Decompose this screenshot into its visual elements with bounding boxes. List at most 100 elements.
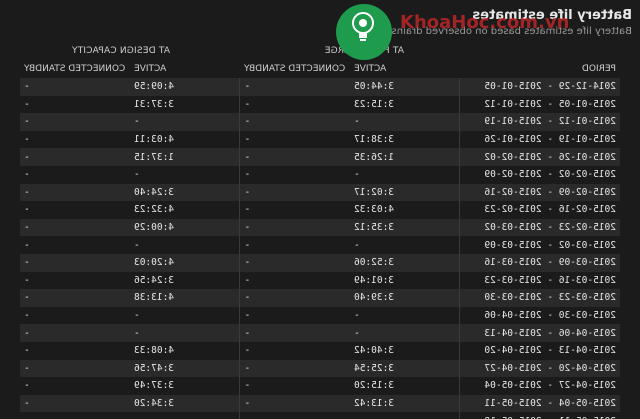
design-active-cell: 4:09:59: [130, 78, 240, 96]
period-cell: 2015-04-27 - 2015-05-04: [460, 377, 620, 395]
full-connected-standby-cell: -: [240, 253, 350, 272]
table-row: 2015-03-02 - 2015-03-09- - - -: [20, 236, 620, 254]
full-active-cell: 3:44:05: [350, 78, 460, 96]
design-connected-standby-cell: -: [20, 289, 130, 307]
table-row: 2015-01-05 - 2015-01-12 3:15:23-3:37:31-: [20, 95, 620, 114]
design-active-cell: -: [130, 412, 240, 419]
table-row: 2015-01-26 - 2015-02-02 1:26:35-1:37:15-: [20, 148, 620, 166]
full-connected-standby-cell: -: [240, 113, 350, 131]
period-cell: 2015-01-12 - 2015-01-19: [460, 113, 620, 131]
design-active-cell: -: [130, 113, 240, 131]
design-connected-standby-cell: -: [20, 165, 130, 184]
full-active-cell: 3:25:54: [350, 359, 460, 378]
period-cell: 2015-02-09 - 2015-02-16: [460, 183, 620, 202]
full-connected-standby-cell: -: [240, 306, 350, 325]
design-connected-standby-cell: -: [20, 253, 130, 272]
period-cell: 2014-12-29 - 2015-01-05: [460, 78, 620, 96]
full-connected-standby-cell: -: [240, 236, 350, 254]
design-connected-standby-cell: -: [20, 218, 130, 237]
full-connected-standby-cell: -: [240, 289, 350, 307]
design-active-cell: 4:13:38: [130, 289, 240, 307]
battery-report-page: Battery life estimates Battery life esti…: [0, 0, 640, 419]
table-row: 2015-01-19 - 2015-01-26 3:38:17-4:03:11-: [20, 130, 620, 149]
table-row: 2015-04-06 - 2015-04-13- - - -: [20, 324, 620, 342]
period-cell: 2015-03-23 - 2015-03-30: [460, 289, 620, 307]
full-connected-standby-cell: -: [240, 183, 350, 202]
period-cell: 2015-02-02 - 2015-02-09: [460, 165, 620, 184]
full-connected-standby-cell: -: [240, 148, 350, 166]
design-connected-standby-cell: -: [20, 306, 130, 325]
full-active-cell: 3:39:40: [350, 289, 460, 307]
full-active-cell: -: [350, 324, 460, 342]
lightbulb-icon: [352, 12, 374, 41]
period-cell: 2015-03-09 - 2015-03-16: [460, 253, 620, 272]
full-connected-standby-cell: -: [240, 341, 350, 360]
period-cell: 2015-02-23 - 2015-03-02: [460, 218, 620, 237]
full-active-cell: 3:40:42: [350, 341, 460, 360]
full-connected-standby-cell: -: [240, 95, 350, 114]
design-connected-standby-cell: -: [20, 95, 130, 114]
design-connected-standby-cell: -: [20, 324, 130, 342]
full-connected-standby-cell: -: [240, 218, 350, 237]
table-row: 2015-02-02 - 2015-02-09- - - -: [20, 165, 620, 184]
full-active-cell: 1:26:35: [350, 148, 460, 166]
design-active-cell: 3:47:56: [130, 359, 240, 378]
design-connected-standby-cell: -: [20, 271, 130, 290]
design-connected-standby-cell: -: [20, 148, 130, 166]
full-active-cell: -: [350, 165, 460, 184]
table-row: 2015-04-27 - 2015-05-04 3:15:20-3:37:49-: [20, 377, 620, 395]
table-row: 2015-03-30 - 2015-04-06- - - -: [20, 306, 620, 325]
site-logo: [336, 4, 392, 60]
table-row: 2015-02-23 - 2015-03-02 3:35:12-4:00:29-: [20, 218, 620, 237]
full-active-cell: 3:15:23: [350, 95, 460, 114]
design-active-cell: 3:24:56: [130, 271, 240, 290]
design-connected-standby-cell: -: [20, 113, 130, 131]
design-active-cell: 4:32:23: [130, 201, 240, 219]
design-connected-standby-cell: -: [20, 183, 130, 202]
design-connected-standby-cell: -: [20, 130, 130, 149]
period-cell: 2015-01-19 - 2015-01-26: [460, 130, 620, 149]
column-group-headers: AT FULL CHARGE AT DESIGN CAPACITY: [0, 46, 640, 60]
full-active-cell: 3:15:20: [350, 377, 460, 395]
design-active-cell: 3:34:20: [130, 394, 240, 413]
period-cell: 2015-03-02 - 2015-03-09: [460, 236, 620, 254]
table-row: 2015-04-13 - 2015-04-20 3:40:42-4:08:33-: [20, 341, 620, 360]
full-connected-standby-cell: -: [240, 165, 350, 184]
period-cell: 2015-03-16 - 2015-03-23: [460, 271, 620, 290]
full-active-cell: 3:13:42: [350, 394, 460, 413]
full-connected-standby-cell: -: [240, 271, 350, 290]
period-cell: 2015-05-04 - 2015-05-11: [460, 394, 620, 413]
full-active-cell: -: [350, 236, 460, 254]
full-active-cell: -: [350, 412, 460, 419]
table-header-row: PERIOD ACTIVE CONNECTED STANDBY ACTIVE C…: [20, 60, 620, 78]
full-active-cell: 3:01:49: [350, 271, 460, 290]
design-connected-standby-cell: -: [20, 201, 130, 219]
column-header-design-connected-standby: CONNECTED STANDBY: [24, 64, 126, 74]
full-active-cell: -: [350, 113, 460, 131]
design-active-cell: -: [130, 324, 240, 342]
period-cell: 2015-04-06 - 2015-04-13: [460, 324, 620, 342]
table-body: 2014-12-29 - 2015-01-05 3:44:05-4:09:59-2…: [20, 78, 620, 419]
group-header-design-capacity: AT DESIGN CAPACITY: [71, 46, 170, 56]
design-active-cell: -: [130, 165, 240, 184]
full-connected-standby-cell: -: [240, 324, 350, 342]
design-active-cell: 4:00:29: [130, 218, 240, 237]
design-active-cell: 3:24:40: [130, 183, 240, 202]
table-row: 2015-03-09 - 2015-03-16 3:52:06-4:20:03-: [20, 253, 620, 272]
full-connected-standby-cell: -: [240, 78, 350, 96]
battery-life-table: PERIOD ACTIVE CONNECTED STANDBY ACTIVE C…: [20, 60, 620, 419]
design-active-cell: 3:37:31: [130, 95, 240, 114]
period-cell: 2015-04-13 - 2015-04-20: [460, 341, 620, 360]
design-connected-standby-cell: -: [20, 78, 130, 96]
table-row: 2015-02-09 - 2015-02-16 3:02:17-3:24:40-: [20, 183, 620, 202]
design-active-cell: 4:03:11: [130, 130, 240, 149]
table-row: 2014-12-29 - 2015-01-05 3:44:05-4:09:59-: [20, 78, 620, 96]
site-watermark: KhoaHoc.com.vn: [400, 12, 570, 33]
full-active-cell: 4:03:32: [350, 201, 460, 219]
full-active-cell: 3:52:06: [350, 253, 460, 272]
period-cell: 2015-03-30 - 2015-04-06: [460, 306, 620, 325]
full-connected-standby-cell: -: [240, 201, 350, 219]
column-header-period: PERIOD: [581, 64, 616, 74]
full-connected-standby-cell: -: [240, 377, 350, 395]
design-connected-standby-cell: -: [20, 377, 130, 395]
